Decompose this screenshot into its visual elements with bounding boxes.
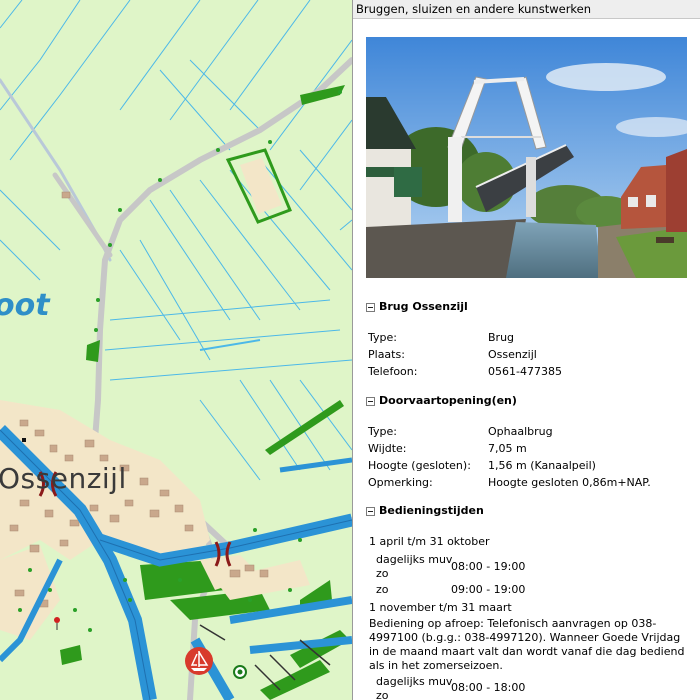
section-title: Bedieningstijden — [379, 504, 484, 517]
detail-key: Opmerking: — [368, 476, 433, 489]
water-label: oot — [0, 288, 50, 323]
time-range: 09:00 - 19:00 — [451, 583, 526, 596]
bridge-photo — [366, 37, 687, 278]
map-canvas[interactable] — [0, 0, 352, 700]
detail-value: Ossenzijl — [488, 348, 537, 361]
time-range: 08:00 - 19:00 — [451, 560, 526, 573]
detail-value: Ophaalbrug — [488, 425, 553, 438]
passage-details: Type: Ophaalbrug Wijdte: 7,05 m Hoogte (ge… — [366, 424, 696, 494]
detail-value: 1,56 m (Kanaalpeil) — [488, 459, 596, 472]
day-label-line: dagelijks muv — [376, 553, 453, 566]
detail-value: 7,05 m — [488, 442, 527, 455]
section-header[interactable]: Brug Ossenzijl — [366, 299, 696, 315]
section-header[interactable]: Bedieningstijden — [366, 503, 696, 519]
season-period: 1 april t/m 31 oktober — [369, 535, 490, 548]
map-marker — [22, 438, 26, 442]
detail-value: Brug — [488, 331, 515, 344]
section-title: Doorvaartopening(en) — [379, 394, 517, 407]
map-view[interactable]: oot Ossenzijl — [0, 0, 352, 700]
time-range: 08:00 - 18:00 — [451, 681, 526, 694]
detail-key: Telefoon: — [368, 365, 418, 378]
operating-hours: 1 april t/m 31 oktober dagelijks muv zo … — [366, 534, 696, 700]
section-operating-hours: Bedieningstijden — [366, 503, 696, 519]
detail-value: 0561-477385 — [488, 365, 562, 378]
buoy-icon[interactable] — [232, 664, 248, 680]
farm-plot — [240, 158, 282, 214]
day-label-line: zo — [376, 567, 389, 580]
collapse-icon[interactable] — [366, 302, 375, 312]
detail-key: Type: — [368, 331, 397, 344]
detail-value: Hoogte gesloten 0,86m+NAP. — [488, 476, 651, 489]
section-title: Brug Ossenzijl — [379, 300, 468, 313]
detail-key: Type: — [368, 425, 397, 438]
schedule-note: Bediening op afroep: Telefonisch aanvrag… — [369, 617, 685, 672]
town-label: Ossenzijl — [0, 462, 127, 495]
marina-icon[interactable] — [184, 646, 214, 676]
day-label: dagelijks muv zo — [376, 553, 456, 581]
detail-key: Hoogte (gesloten): — [368, 459, 471, 472]
collapse-icon[interactable] — [366, 506, 375, 516]
panel-title: Bruggen, sluizen en andere kunstwerken — [353, 0, 700, 19]
ditches — [0, 0, 352, 481]
detail-key: Plaats: — [368, 348, 405, 361]
day-label: zo — [376, 583, 389, 596]
section-passage: Doorvaartopening(en) — [366, 393, 696, 409]
season-period: 1 november t/m 31 maart — [369, 601, 512, 614]
collapse-icon[interactable] — [366, 396, 375, 406]
bridge-details: Type: Brug Plaats: Ossenzijl Telefoon: 0561… — [366, 330, 696, 380]
day-label: dagelijks muv zo — [376, 675, 456, 700]
info-panel: Bruggen, sluizen en andere kunstwerken B… — [353, 0, 700, 700]
location-pin-icon[interactable] — [52, 616, 62, 632]
bridge-symbol-icon[interactable] — [212, 540, 234, 568]
day-label-line: zo — [376, 689, 389, 700]
section-header[interactable]: Doorvaartopening(en) — [366, 393, 696, 409]
day-label-line: dagelijks muv — [376, 675, 453, 688]
detail-key: Wijdte: — [368, 442, 407, 455]
section-bridge: Brug Ossenzijl — [366, 299, 696, 315]
